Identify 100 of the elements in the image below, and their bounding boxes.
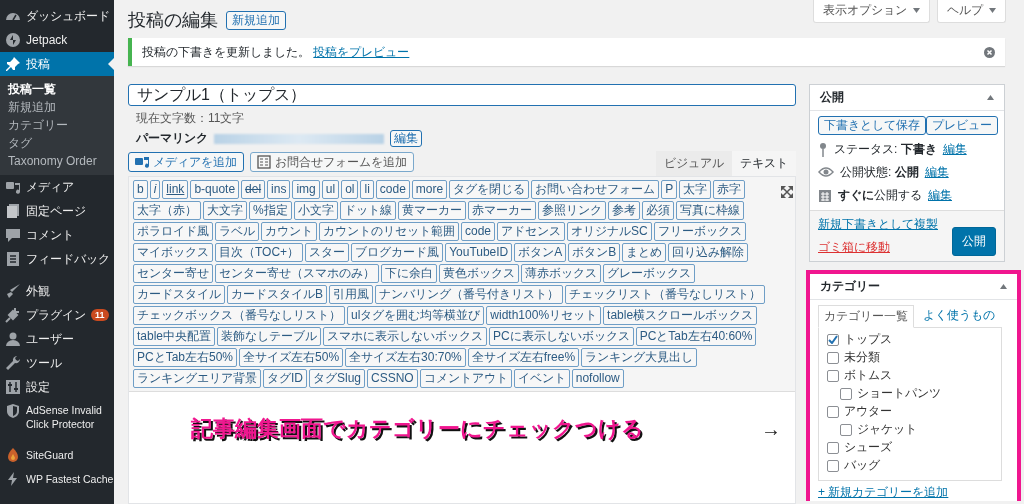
- checkbox[interactable]: [827, 441, 839, 454]
- quicktag-button[interactable]: ドット線: [339, 201, 396, 220]
- quicktag-button[interactable]: more: [411, 180, 448, 199]
- submenu-item[interactable]: 投稿一覧: [0, 80, 114, 98]
- quicktag-button[interactable]: センター寄せ: [133, 264, 213, 283]
- edit-button[interactable]: 編集: [390, 130, 422, 147]
- screen-meta-tab[interactable]: ヘルプ: [937, 0, 1006, 23]
- quicktag-button[interactable]: 黄マーカー: [397, 201, 466, 220]
- submenu-item[interactable]: Taxonomy Order: [0, 152, 114, 170]
- quicktag-button[interactable]: ボタンA: [514, 243, 567, 262]
- quicktag-button[interactable]: センター寄せ（スマホのみ）: [215, 264, 379, 283]
- save-draft-button[interactable]: 下書きとして保存: [818, 116, 926, 135]
- submenu-item[interactable]: タグ: [0, 134, 114, 152]
- editor-tab[interactable]: ビジュアル: [656, 151, 732, 176]
- add-form-button[interactable]: お問合せフォームを追加: [250, 152, 414, 172]
- quicktag-button[interactable]: 全サイズ左右50%: [239, 348, 344, 367]
- quicktag-button[interactable]: タグID: [263, 369, 307, 388]
- quicktag-button[interactable]: 赤マーカー: [467, 201, 536, 220]
- quicktag-button[interactable]: PCとTab左右50%: [133, 348, 238, 367]
- checkbox[interactable]: [827, 333, 839, 346]
- quicktag-button[interactable]: CSSNO: [367, 369, 418, 388]
- quicktag-button[interactable]: 全サイズ左右free%: [467, 348, 580, 367]
- quicktag-button[interactable]: 下に余白: [381, 264, 437, 283]
- menu-item[interactable]: Jetpack: [0, 28, 114, 52]
- quicktag-button[interactable]: オリジナルSC: [567, 222, 652, 241]
- menu-item[interactable]: AdSense Invalid Click Protector: [0, 399, 114, 435]
- quicktag-button[interactable]: スマホに表示しないボックス: [323, 327, 488, 346]
- quicktag-button[interactable]: カードスタイル: [133, 285, 225, 304]
- quicktag-button[interactable]: 必須: [641, 201, 674, 220]
- add-category-link[interactable]: + 新規カテゴリーを追加: [818, 484, 1009, 501]
- quicktag-button[interactable]: ナンバリング（番号付きリスト）: [375, 285, 563, 304]
- quicktag-button[interactable]: スター: [305, 243, 350, 262]
- edit-link[interactable]: 編集: [928, 187, 952, 204]
- quicktag-button[interactable]: 引用風: [329, 285, 373, 304]
- menu-item[interactable]: フィードバック: [0, 247, 114, 271]
- menu-item[interactable]: コメント: [0, 223, 114, 247]
- quicktag-button[interactable]: width100%リセット: [486, 306, 602, 325]
- checkbox[interactable]: [827, 369, 839, 382]
- quicktag-button[interactable]: 全サイズ左右30:70%: [345, 348, 466, 367]
- quicktag-button[interactable]: グレーボックス: [603, 264, 695, 283]
- quicktag-button[interactable]: table中央配置: [133, 327, 216, 346]
- quicktag-button[interactable]: 回り込み解除: [668, 243, 749, 262]
- quicktag-button[interactable]: ランキング大見出し: [581, 348, 698, 367]
- quicktag-button[interactable]: li: [360, 180, 374, 199]
- add-new-button[interactable]: 新規追加: [226, 10, 286, 30]
- quicktag-button[interactable]: img: [292, 180, 320, 199]
- menu-item[interactable]: 外観: [0, 279, 114, 303]
- quicktag-button[interactable]: フリーボックス: [653, 222, 746, 241]
- quicktag-button[interactable]: nofollow: [571, 369, 624, 388]
- quicktag-button[interactable]: %指定: [249, 201, 292, 220]
- checkbox[interactable]: [840, 423, 852, 436]
- quicktag-button[interactable]: ランキングエリア背景: [133, 369, 261, 388]
- quicktag-button[interactable]: YouTubeID: [445, 243, 513, 262]
- quicktag-button[interactable]: ins: [267, 180, 291, 199]
- quicktag-button[interactable]: link: [162, 180, 189, 199]
- quicktag-button[interactable]: コメントアウト: [419, 369, 512, 388]
- quicktag-button[interactable]: カウントのリセット範囲: [319, 222, 459, 241]
- quicktag-button[interactable]: 太字: [679, 180, 712, 199]
- checkbox[interactable]: [827, 459, 839, 472]
- menu-item[interactable]: 設定: [0, 375, 114, 399]
- checkbox[interactable]: [827, 405, 839, 418]
- quicktag-button[interactable]: ブログカード風: [351, 243, 444, 262]
- quicktag-button[interactable]: b-quote: [190, 180, 240, 199]
- menu-item[interactable]: ツール: [0, 351, 114, 375]
- edit-link[interactable]: 編集: [924, 164, 949, 181]
- quicktag-button[interactable]: ボタンB: [568, 243, 621, 262]
- editor-tab[interactable]: テキスト: [732, 151, 796, 176]
- quicktag-button[interactable]: チェックボックス（番号なしリスト）: [133, 306, 345, 325]
- quicktag-button[interactable]: 参考: [607, 201, 640, 220]
- title-field[interactable]: サンプル1（トップス）: [128, 84, 796, 106]
- quicktag-button[interactable]: del: [241, 180, 266, 199]
- category-tab[interactable]: よく使うもの: [918, 305, 1000, 328]
- screen-meta-tab[interactable]: 表示オプション: [813, 0, 930, 23]
- quicktag-button[interactable]: ulタグを囲む均等横並び: [347, 306, 485, 325]
- preview-link[interactable]: 投稿をプレビュー: [313, 44, 410, 59]
- trash-link[interactable]: ゴミ箱に移動: [818, 239, 938, 256]
- checkbox[interactable]: [827, 351, 839, 364]
- quicktag-button[interactable]: 黄色ボックス: [439, 264, 519, 283]
- quicktag-button[interactable]: table横スクロールボックス: [603, 306, 758, 325]
- quicktag-button[interactable]: カードスタイルB: [227, 285, 327, 304]
- checkbox[interactable]: [840, 387, 852, 400]
- quicktag-button[interactable]: b: [133, 180, 148, 199]
- quicktag-button[interactable]: 目次（TOC+）: [215, 243, 304, 262]
- quicktag-button[interactable]: まとめ: [622, 243, 667, 262]
- quicktag-button[interactable]: 大文字: [203, 201, 247, 220]
- publish-button[interactable]: 公開: [952, 227, 996, 256]
- menu-item[interactable]: メディア: [0, 175, 114, 199]
- quicktag-button[interactable]: code: [375, 180, 410, 199]
- quicktag-button[interactable]: i: [149, 180, 161, 199]
- submenu-item[interactable]: 新規追加: [0, 98, 114, 116]
- quicktag-button[interactable]: PCとTab左右40:60%: [635, 327, 757, 346]
- edit-link[interactable]: 編集: [942, 141, 967, 158]
- quicktag-button[interactable]: タグSlug: [309, 369, 366, 388]
- quicktag-button[interactable]: 小文字: [293, 201, 338, 220]
- quicktag-button[interactable]: タグを閉じる: [449, 180, 530, 199]
- quicktag-button[interactable]: code: [461, 222, 496, 241]
- menu-item[interactable]: 固定ページ: [0, 199, 114, 223]
- menu-item[interactable]: プラグイン 11: [0, 303, 114, 327]
- quicktag-button[interactable]: 装飾なしテーブル: [217, 327, 322, 346]
- quicktag-button[interactable]: ラベル: [215, 222, 259, 241]
